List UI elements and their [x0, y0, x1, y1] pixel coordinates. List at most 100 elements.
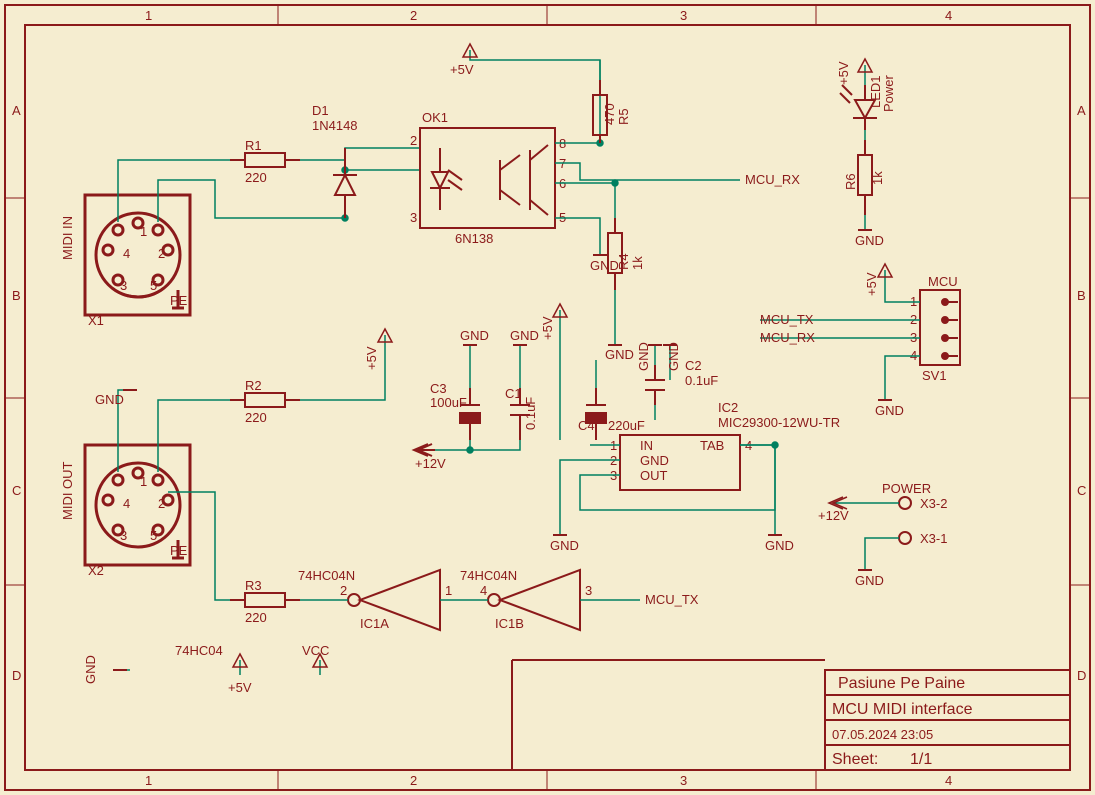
svg-text:2: 2 — [410, 133, 417, 148]
svg-text:Power: Power — [881, 74, 896, 112]
r1 — [230, 153, 300, 167]
svg-text:C2: C2 — [685, 358, 702, 373]
svg-text:+5V: +5V — [864, 272, 879, 296]
svg-text:1N4148: 1N4148 — [312, 118, 358, 133]
midi-in-label: MIDI IN — [60, 216, 75, 260]
col-2-bot: 2 — [410, 773, 417, 788]
svg-text:5: 5 — [150, 528, 157, 543]
schematic-sheet: 1 2 3 4 1 2 3 4 A B C D A B C D MIDI IN … — [0, 0, 1095, 795]
svg-text:220: 220 — [245, 610, 267, 625]
title-sheet-val: 1/1 — [910, 751, 932, 768]
svg-text:+5V: +5V — [836, 61, 851, 85]
svg-text:GND: GND — [83, 655, 98, 684]
svg-text:SV1: SV1 — [922, 368, 947, 383]
col-4-bot: 4 — [945, 773, 952, 788]
col-1-bot: 1 — [145, 773, 152, 788]
svg-text:220: 220 — [245, 410, 267, 425]
svg-text:1k: 1k — [870, 171, 885, 185]
svg-text:MCU: MCU — [928, 274, 958, 289]
svg-text:2: 2 — [158, 496, 165, 511]
svg-text:5: 5 — [150, 278, 157, 293]
svg-text:GND: GND — [510, 328, 539, 343]
svg-text:470: 470 — [602, 103, 617, 125]
col-4-top: 4 — [945, 8, 952, 23]
title-block — [512, 660, 1070, 770]
svg-text:GND: GND — [605, 347, 634, 362]
svg-text:1: 1 — [445, 583, 452, 598]
svg-text:+5V: +5V — [364, 346, 379, 370]
svg-text:GND: GND — [460, 328, 489, 343]
col-3-bot: 3 — [680, 773, 687, 788]
svg-text:4: 4 — [480, 583, 487, 598]
svg-text:GND: GND — [95, 392, 124, 407]
svg-text:1: 1 — [140, 474, 147, 489]
svg-text:GND: GND — [640, 453, 669, 468]
col-3-top: 3 — [680, 8, 687, 23]
svg-text:R6: R6 — [843, 173, 858, 190]
row-b-r: B — [1077, 288, 1086, 303]
title-org: Pasiune Pe Paine — [838, 675, 965, 692]
svg-text:R1: R1 — [245, 138, 262, 153]
svg-text:220: 220 — [245, 170, 267, 185]
svg-text:4: 4 — [123, 246, 130, 261]
svg-text:4: 4 — [123, 496, 130, 511]
svg-text:3: 3 — [120, 528, 127, 543]
svg-text:MCU_TX: MCU_TX — [760, 312, 814, 327]
svg-text:1k: 1k — [630, 256, 645, 270]
midi-out-label: MIDI OUT — [60, 461, 75, 520]
svg-text:IN: IN — [640, 438, 653, 453]
r3 — [230, 593, 300, 607]
svg-text:0.1uF: 0.1uF — [523, 397, 538, 430]
svg-text:GND: GND — [636, 342, 651, 371]
svg-text:GND: GND — [590, 258, 619, 273]
svg-text:MIC29300-12WU-TR: MIC29300-12WU-TR — [718, 415, 840, 430]
d1 — [333, 148, 357, 218]
svg-text:C3: C3 — [430, 381, 447, 396]
svg-text:6N138: 6N138 — [455, 231, 493, 246]
svg-text:POWER: POWER — [882, 481, 931, 496]
svg-text:C4: C4 — [578, 418, 595, 433]
svg-text:220uF: 220uF — [608, 418, 645, 433]
svg-text:MCU_TX: MCU_TX — [645, 592, 699, 607]
svg-text:+12V: +12V — [415, 456, 446, 471]
row-b-l: B — [12, 288, 21, 303]
svg-text:+5V: +5V — [450, 62, 474, 77]
row-c-l: C — [12, 483, 21, 498]
svg-text:+5V: +5V — [540, 316, 555, 340]
title-date: 07.05.2024 23:05 — [832, 727, 933, 742]
col-1-top: 1 — [145, 8, 152, 23]
svg-text:X3-2: X3-2 — [920, 496, 947, 511]
svg-text:R3: R3 — [245, 578, 262, 593]
svg-text:3: 3 — [410, 210, 417, 225]
svg-text:3: 3 — [120, 278, 127, 293]
x2-ref: X2 — [88, 563, 104, 578]
svg-text:C1: C1 — [505, 386, 522, 401]
title-sheet-lbl: Sheet: — [832, 751, 878, 768]
mcu-header — [920, 290, 960, 365]
frame — [5, 5, 1090, 790]
svg-text:+5V: +5V — [228, 680, 252, 695]
svg-text:+12V: +12V — [818, 508, 849, 523]
svg-text:PE: PE — [170, 543, 188, 558]
title-name: MCU MIDI interface — [832, 701, 973, 718]
svg-text:MCU_RX: MCU_RX — [760, 330, 815, 345]
svg-text:R5: R5 — [616, 108, 631, 125]
svg-text:R2: R2 — [245, 378, 262, 393]
svg-text:74HC04: 74HC04 — [175, 643, 223, 658]
x1-ref: X1 — [88, 313, 104, 328]
row-a-r: A — [1077, 103, 1086, 118]
svg-text:IC2: IC2 — [718, 400, 738, 415]
svg-text:R4: R4 — [616, 253, 631, 270]
svg-text:74HC04N: 74HC04N — [460, 568, 517, 583]
svg-text:GND: GND — [855, 573, 884, 588]
col-2-top: 2 — [410, 8, 417, 23]
svg-text:D1: D1 — [312, 103, 329, 118]
svg-text:GND: GND — [765, 538, 794, 553]
svg-text:PE: PE — [170, 293, 188, 308]
row-d-l: D — [12, 668, 21, 683]
svg-text:2: 2 — [340, 583, 347, 598]
svg-text:100uF: 100uF — [430, 395, 467, 410]
svg-text:GND: GND — [666, 342, 681, 371]
power-connector — [899, 497, 911, 544]
svg-text:74HC04N: 74HC04N — [298, 568, 355, 583]
